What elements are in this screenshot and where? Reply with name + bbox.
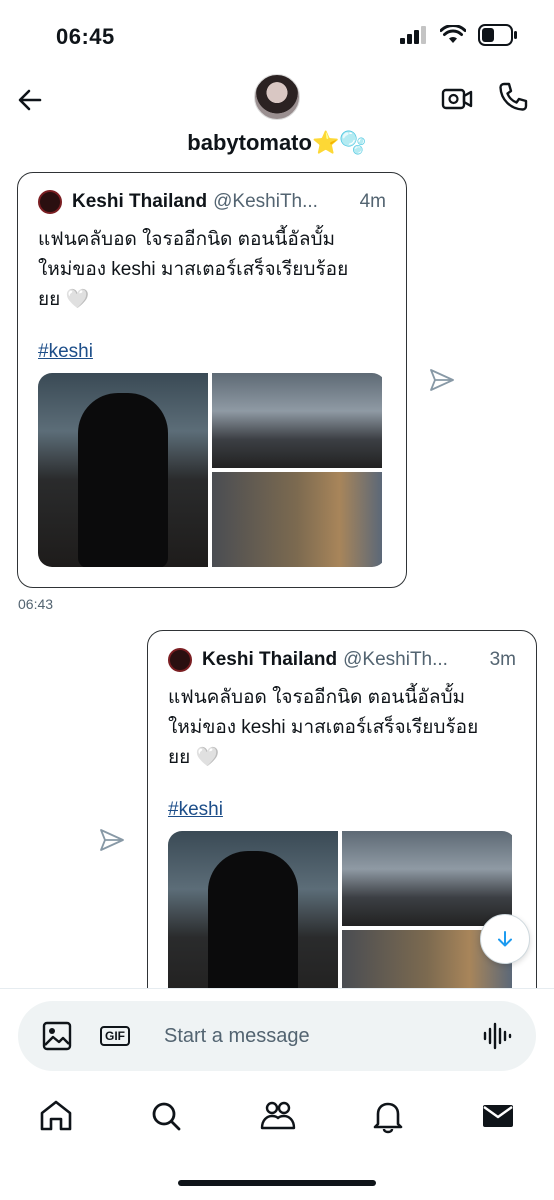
communities-icon[interactable]	[258, 1096, 298, 1136]
tweet-text: แฟนคลับอด ใจรออีกนิด ตอนนี้อัลบั้ม ใหม่ข…	[168, 687, 479, 768]
tweet-photo[interactable]	[212, 472, 382, 567]
tweet-header: Keshi Thailand @KeshiTh... 3m	[168, 645, 516, 675]
avatar[interactable]	[254, 74, 300, 120]
message-input[interactable]	[164, 1013, 464, 1059]
back-arrow-icon[interactable]	[14, 84, 46, 116]
conversation-header: babytomato⭐️🫧	[0, 72, 554, 164]
image-icon[interactable]	[40, 1019, 74, 1053]
message-timestamp: 06:43	[18, 596, 54, 612]
share-arrow-icon[interactable]	[428, 366, 456, 394]
message-thread[interactable]: Keshi Thailand @KeshiTh... 4m แฟนคลับอด …	[0, 164, 554, 988]
gif-button[interactable]: GIF	[98, 1019, 132, 1053]
bottom-navigation	[0, 1090, 554, 1150]
tweet-media-grid[interactable]	[38, 373, 386, 567]
tweet-photo[interactable]	[212, 373, 382, 468]
wifi-icon	[440, 25, 466, 43]
tweet-photo[interactable]	[168, 831, 338, 988]
status-icons	[400, 24, 518, 46]
share-arrow-icon[interactable]	[98, 826, 126, 854]
tweet-author-handle: @KeshiTh...	[213, 191, 318, 212]
tweet-photo[interactable]	[342, 831, 512, 926]
home-indicator	[178, 1180, 376, 1186]
shared-tweet-card[interactable]: Keshi Thailand @KeshiTh... 4m แฟนคลับอด …	[17, 172, 407, 588]
battery-icon	[478, 24, 517, 46]
message-composer: GIF	[18, 1001, 536, 1071]
arrow-down-icon	[498, 931, 512, 947]
status-bar: 06:45	[0, 0, 554, 72]
phone-icon[interactable]	[496, 80, 530, 114]
tweet-time: 4m	[359, 191, 386, 212]
composer-bar: GIF	[0, 988, 554, 1078]
messages-icon[interactable]	[478, 1096, 518, 1136]
tweet-author-avatar	[168, 648, 192, 672]
notifications-icon[interactable]	[368, 1096, 408, 1136]
tweet-text: แฟนคลับอด ใจรออีกนิด ตอนนี้อัลบั้ม ใหม่ข…	[38, 229, 349, 310]
search-icon[interactable]	[146, 1096, 186, 1136]
tweet-header: Keshi Thailand @KeshiTh... 4m	[38, 187, 386, 217]
scroll-to-bottom-button[interactable]	[480, 914, 530, 964]
voice-message-icon[interactable]	[480, 1019, 514, 1053]
tweet-author-name: Keshi Thailand	[202, 649, 338, 670]
contact-name[interactable]: babytomato⭐️🫧	[0, 130, 554, 156]
tweet-photo[interactable]	[38, 373, 208, 567]
status-time: 06:45	[56, 24, 115, 49]
video-call-icon[interactable]	[440, 82, 474, 116]
tweet-author-handle: @KeshiTh...	[343, 649, 448, 670]
gif-label: GIF	[100, 1026, 130, 1046]
shared-tweet-card[interactable]: Keshi Thailand @KeshiTh... 3m แฟนคลับอด …	[147, 630, 537, 988]
cellular-signal-icon	[400, 26, 426, 44]
hashtag-link[interactable]: #keshi	[38, 341, 93, 363]
hashtag-link[interactable]: #keshi	[168, 799, 223, 821]
tweet-author-avatar	[38, 190, 62, 214]
home-icon[interactable]	[36, 1096, 76, 1136]
tweet-time: 3m	[489, 649, 516, 670]
tweet-author-name: Keshi Thailand	[72, 191, 208, 212]
tweet-media-grid[interactable]	[168, 831, 516, 988]
